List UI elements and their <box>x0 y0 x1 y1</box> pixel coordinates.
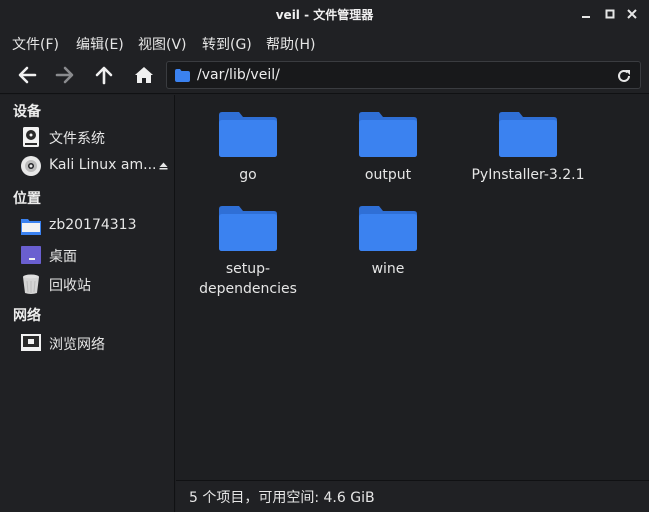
sidebar-item-trash[interactable]: 回收站 <box>0 270 174 298</box>
file-name: setup-dependencies <box>199 261 297 297</box>
maximize-button[interactable] <box>600 4 620 24</box>
sidebar-item-label: 桌面 <box>49 249 77 265</box>
folder-icon <box>175 69 190 82</box>
arrow-up-icon <box>95 66 113 85</box>
sidebar-item-label: 浏览网络 <box>49 337 105 353</box>
file-item[interactable]: wine <box>318 205 458 279</box>
optical-disc-icon <box>21 156 41 176</box>
menu-edit[interactable]: 编辑(E) <box>76 34 124 54</box>
file-name: wine <box>371 261 405 277</box>
menu-go[interactable]: 转到(G) <box>202 34 252 54</box>
up-button[interactable] <box>89 60 119 90</box>
minimize-button[interactable] <box>576 4 596 24</box>
file-item[interactable]: go <box>178 111 318 185</box>
title-bar: veil - 文件管理器 <box>0 0 649 28</box>
toolbar: /var/lib/veil/ <box>0 56 649 94</box>
menu-view[interactable]: 视图(V) <box>138 34 187 54</box>
file-view: go output PyInstaller-3.2.1 setup-depend… <box>176 95 649 480</box>
section-devices: 设备 <box>13 104 41 120</box>
section-network: 网络 <box>13 308 41 324</box>
forward-button[interactable] <box>50 60 80 90</box>
sidebar-item-label: 文件系统 <box>49 131 105 147</box>
minimize-icon <box>582 16 590 18</box>
sidebar-item-kali-disc[interactable]: Kali Linux am... <box>0 152 174 180</box>
home-button[interactable] <box>129 60 159 90</box>
file-name: PyInstaller-3.2.1 <box>471 167 585 183</box>
location-bar[interactable]: /var/lib/veil/ <box>166 61 641 89</box>
section-places: 位置 <box>13 191 41 207</box>
file-name: go <box>239 167 257 183</box>
file-name: output <box>364 167 412 183</box>
sidebar: 设备 文件系统 Kali Linux am... 位置 zb20174313 桌… <box>0 95 175 512</box>
folder-icon <box>359 206 417 251</box>
home-folder-icon <box>21 219 41 235</box>
menu-bar: 文件(F) 编辑(E) 视图(V) 转到(G) 帮助(H) <box>0 28 649 56</box>
file-item[interactable]: output <box>318 111 458 185</box>
menu-file[interactable]: 文件(F) <box>12 34 59 54</box>
sidebar-item-label: 回收站 <box>49 278 91 294</box>
trash-icon <box>23 274 39 294</box>
back-button[interactable] <box>12 60 42 90</box>
status-bar: 5 个项目，可用空间: 4.6 GiB <box>176 480 649 512</box>
close-icon <box>627 9 637 19</box>
location-path: /var/lib/veil/ <box>197 67 280 83</box>
sidebar-item-home[interactable]: zb20174313 <box>0 212 174 240</box>
file-item[interactable]: PyInstaller-3.2.1 <box>458 111 598 185</box>
close-button[interactable] <box>622 4 642 24</box>
desktop-icon <box>21 246 41 264</box>
maximize-icon <box>605 9 615 19</box>
network-icon <box>21 334 41 351</box>
reload-icon[interactable] <box>616 68 632 84</box>
sidebar-item-filesystem[interactable]: 文件系统 <box>0 123 174 151</box>
home-icon <box>135 67 153 83</box>
folder-icon <box>359 112 417 157</box>
menu-help[interactable]: 帮助(H) <box>266 34 315 54</box>
folder-icon <box>219 206 277 251</box>
harddisk-icon <box>23 127 39 147</box>
sidebar-item-label: Kali Linux am... <box>49 157 157 173</box>
window-title: veil - 文件管理器 <box>275 8 374 22</box>
status-text: 5 个项目，可用空间: 4.6 GiB <box>189 490 375 506</box>
arrow-right-icon <box>55 66 74 84</box>
eject-icon[interactable] <box>159 162 168 170</box>
arrow-left-icon <box>18 66 37 84</box>
file-item[interactable]: setup-dependencies <box>178 205 318 299</box>
sidebar-item-label: zb20174313 <box>49 217 137 233</box>
sidebar-item-browse-network[interactable]: 浏览网络 <box>0 329 174 357</box>
sidebar-item-desktop[interactable]: 桌面 <box>0 241 174 269</box>
folder-icon <box>499 112 557 157</box>
folder-icon <box>219 112 277 157</box>
